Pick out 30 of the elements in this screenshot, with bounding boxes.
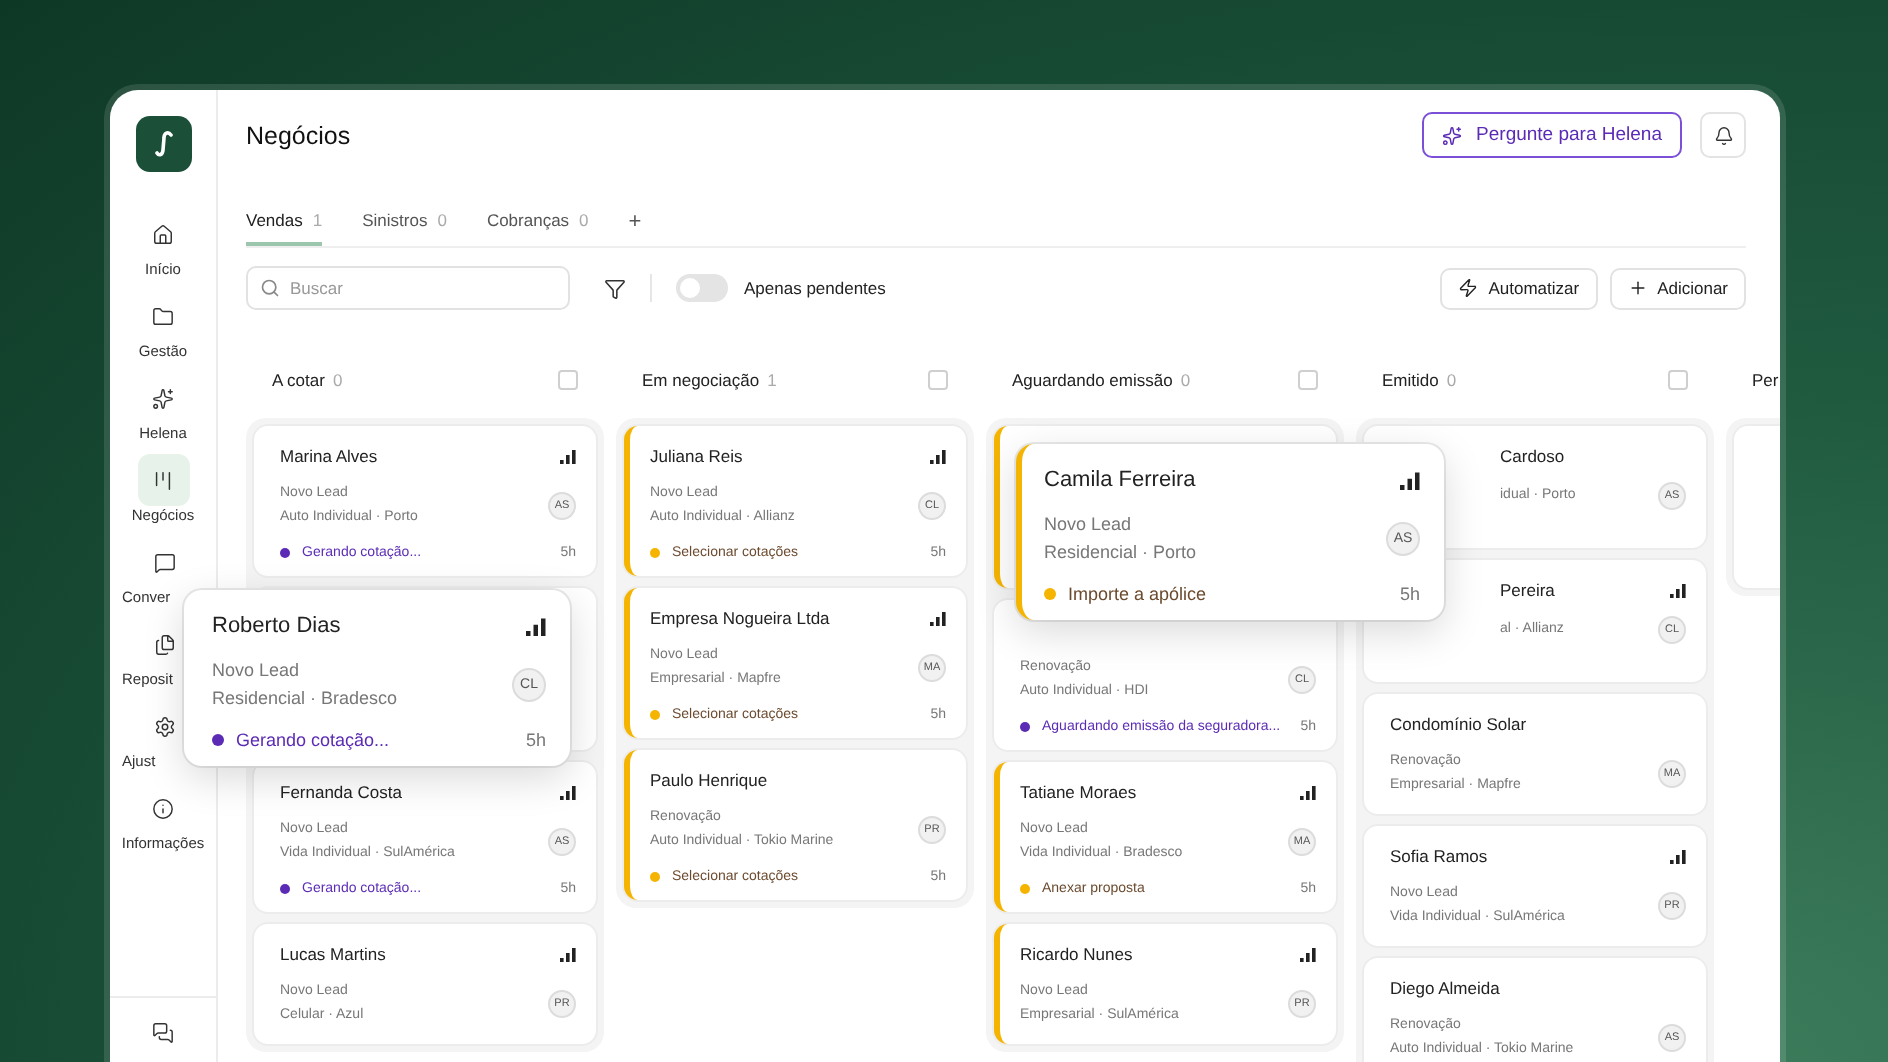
deal-detail: Residencial · Bradesco: [212, 686, 400, 712]
column-title: Emitido 0: [1382, 370, 1459, 390]
page-title: Negócios: [246, 121, 353, 149]
elapsed-time: 5h: [525, 730, 546, 750]
deal-name: Camila Ferreira: [1044, 467, 1198, 491]
deal-detail: Novo Lead: [212, 658, 302, 684]
deal-name: Empresa Nogueira Ltda: [650, 608, 832, 628]
status-text: Importe a apólice: [1068, 584, 1209, 604]
column-title: Em negociação 1: [642, 370, 779, 390]
deal-detail: Residencial · Porto: [1044, 540, 1199, 566]
column-title: Aguardando emissão 0: [1012, 370, 1193, 390]
column-title: Per: [1752, 370, 1780, 390]
deal-name: Diego Almeida: [1390, 978, 1502, 998]
deal-name: Paulo Henrique: [650, 770, 770, 790]
toggle-label: Apenas pendentes: [744, 278, 888, 298]
deal-name: Roberto Dias: [212, 613, 343, 637]
status-text: Gerando cotação...: [236, 730, 392, 750]
deal-detail: Novo Lead: [1044, 512, 1134, 538]
deal-name: Sofia Ramos: [1390, 846, 1490, 866]
deal-name: Pereira: [1500, 580, 1557, 600]
elapsed-time: 5h: [1399, 584, 1420, 604]
column-title: A cotar 0: [272, 370, 345, 390]
deal-name: Juliana Reis: [650, 446, 745, 466]
deal-name: Condomínio Solar: [1390, 714, 1529, 734]
deal-name: Lucas Martins: [280, 944, 388, 964]
deal-name: Tatiane Moraes: [1020, 782, 1139, 802]
deal-name: Marina Alves: [280, 446, 380, 466]
deal-name: Cardoso: [1500, 446, 1567, 466]
deal-name: Fernanda Costa: [280, 782, 404, 802]
deal-name: Ricardo Nunes: [1020, 944, 1135, 964]
